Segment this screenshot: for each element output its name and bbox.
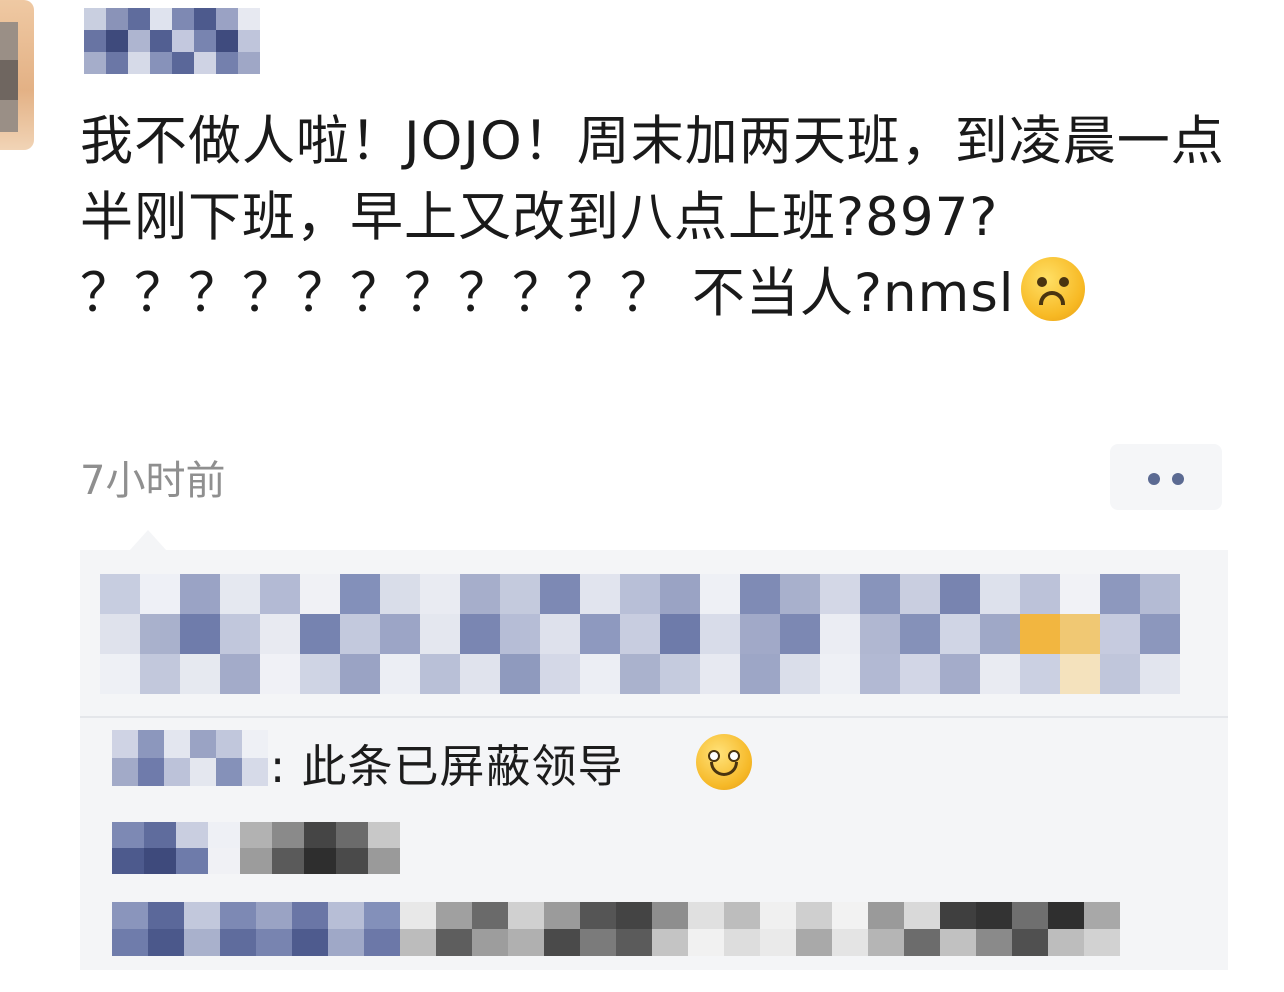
post-time: 7小时前 — [80, 458, 226, 504]
comment-text[interactable]: : 此条已屏蔽领导 — [270, 730, 623, 795]
comment-row-3-pixelated[interactable] — [112, 902, 1120, 956]
smiling-face-icon — [696, 734, 752, 790]
commenter-name-pixelated[interactable] — [112, 730, 268, 786]
comment-panel-pointer — [130, 530, 166, 550]
username-pixelated[interactable] — [84, 8, 260, 74]
comment-divider — [80, 716, 1228, 718]
likes-row-pixelated[interactable] — [100, 574, 1180, 694]
avatar[interactable] — [0, 0, 34, 150]
post-text: 我不做人啦！JOJO！周末加两天班，到凌晨一点半刚下班，早上又改到八点上班?89… — [80, 104, 1240, 332]
upside-down-face-icon — [1020, 257, 1085, 321]
more-button[interactable] — [1110, 444, 1222, 510]
comment-row-2-pixelated[interactable] — [112, 822, 400, 874]
